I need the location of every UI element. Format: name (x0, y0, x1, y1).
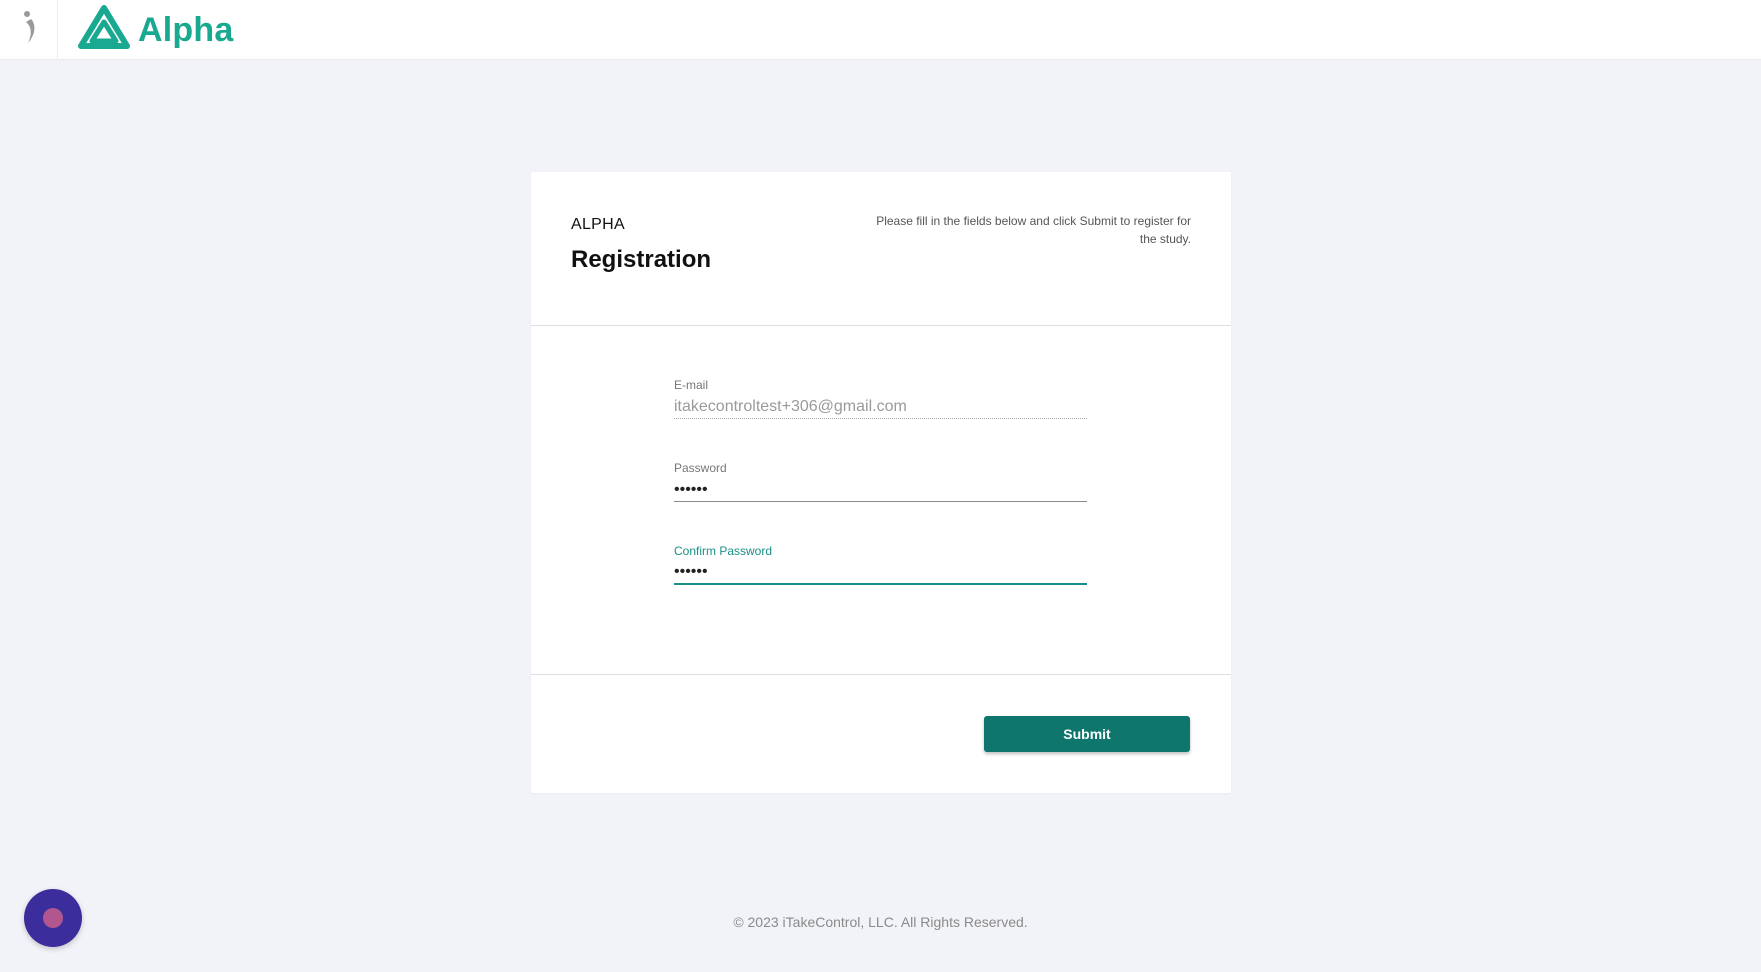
top-bar: Alpha (0, 0, 1761, 60)
card-header: ALPHA Registration Please fill in the fi… (531, 172, 1231, 326)
instructions-text: Please fill in the fields below and clic… (876, 214, 1191, 246)
password-label: Password (674, 461, 727, 475)
page-title: Registration (571, 246, 712, 273)
email-field-group: E-mail (674, 377, 1087, 419)
confirm-password-field-group: Confirm Password (674, 543, 1087, 585)
confirm-password-field[interactable] (674, 559, 1087, 585)
study-name: ALPHA (571, 216, 625, 233)
brand[interactable]: Alpha (78, 4, 234, 56)
copyright-text: © 2023 iTakeControl, LLC. All Rights Res… (733, 914, 1028, 930)
runner-icon[interactable] (19, 10, 39, 51)
confirm-password-label: Confirm Password (674, 544, 773, 558)
submit-button[interactable]: Submit (984, 716, 1190, 752)
chat-launcher-button[interactable] (24, 889, 82, 947)
registration-form: E-mail Password Confirm Password (531, 327, 1231, 675)
password-field[interactable] (674, 476, 1087, 502)
alpha-logo-icon (78, 4, 130, 56)
email-label: E-mail (674, 378, 709, 392)
menu-slot[interactable] (0, 0, 58, 60)
registration-card: ALPHA Registration Please fill in the fi… (531, 172, 1231, 793)
brand-name: Alpha (138, 11, 234, 49)
chat-bubble-icon (43, 908, 63, 928)
password-field-group: Password (674, 460, 1087, 502)
email-field (674, 393, 1087, 419)
card-footer: Submit (531, 676, 1231, 793)
